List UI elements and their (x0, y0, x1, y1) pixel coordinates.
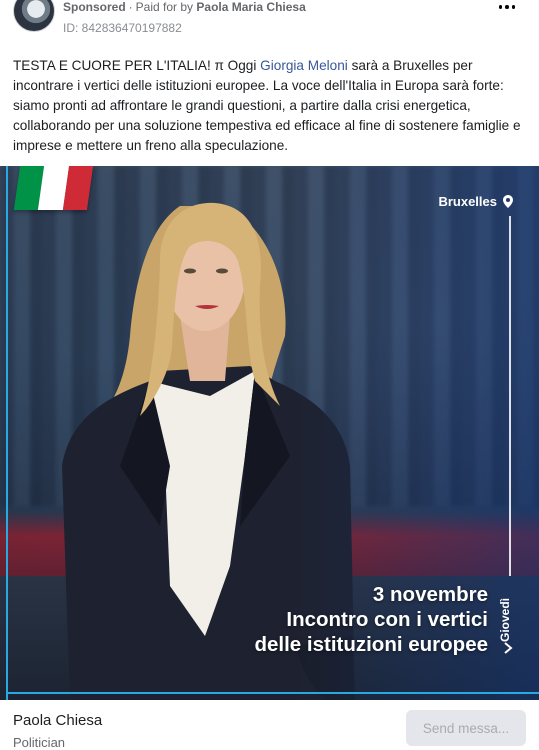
paid-for-prefix: Paid for by (135, 0, 194, 14)
sponsored-label: Sponsored (63, 0, 126, 14)
ad-header: Sponsored · Paid for by Paola Maria Chiesa… (0, 0, 539, 42)
more-horizontal-icon (498, 5, 503, 9)
send-message-button[interactable]: Send messa... (406, 710, 526, 746)
location-label: Bruxelles (438, 194, 513, 209)
advertiser-avatar[interactable] (13, 0, 55, 32)
day-label: Giovedì (498, 597, 512, 642)
mention-link[interactable]: Giorgia Meloni (260, 58, 348, 73)
event-date: 3 novembre (372, 583, 488, 606)
event-title-line1: Incontro con i vertici (286, 608, 488, 631)
post-text: TESTA E CUORE PER L'ITALIA! π Oggi Giorg… (13, 56, 528, 156)
paid-for-name[interactable]: Paola Maria Chiesa (196, 0, 305, 14)
timeline-line (509, 216, 511, 576)
ad-id: ID: 842836470197882 (63, 21, 182, 35)
post-text-start: TESTA E CUORE PER L'ITALIA! π Oggi (13, 58, 261, 73)
ad-image[interactable]: Bruxelles Giovedì 3 novembre Incontro co… (0, 166, 539, 700)
accent-frame-left (6, 166, 8, 700)
location-pin-icon (503, 195, 513, 208)
ad-card: Sponsored · Paid for by Paola Maria Chiesa… (0, 0, 539, 750)
advertiser-name[interactable]: Paola Chiesa (13, 712, 102, 729)
sponsor-line: Sponsored · Paid for by Paola Maria Chiesa (63, 0, 306, 14)
more-options-button[interactable] (495, 0, 519, 16)
ad-footer: Paola Chiesa Politician Send messa... (0, 703, 539, 750)
location-text: Bruxelles (438, 194, 497, 209)
advertiser-category: Politician (13, 735, 66, 750)
accent-frame-bottom (6, 692, 539, 694)
separator-dot: · (128, 0, 133, 14)
chevron-right-icon (504, 642, 513, 654)
italian-flag (13, 166, 94, 210)
event-headline: 3 novembre Incontro con i vertici delle … (254, 582, 488, 657)
event-title-line2: delle istituzioni europee (254, 633, 488, 656)
